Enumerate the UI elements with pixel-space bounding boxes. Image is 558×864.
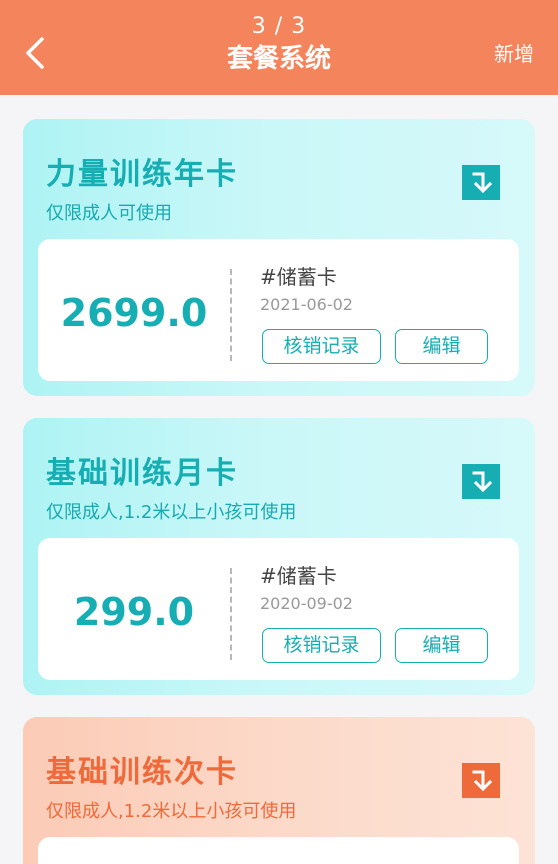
package-card[interactable]: 力量训练年卡 仅限成人可使用 2699.0 #储蓄卡 2021-06-02 核销… bbox=[23, 119, 535, 396]
card-title: 基础训练月卡 bbox=[46, 456, 238, 491]
dashed-divider bbox=[230, 269, 232, 361]
redemption-records-button[interactable]: 核销记录 bbox=[262, 329, 381, 364]
card-type-tag: #储蓄卡 bbox=[260, 564, 337, 588]
header-bar: 3 / 3 套餐系统 新增 bbox=[0, 0, 558, 95]
card-subtitle: 仅限成人,1.2米以上小孩可使用 bbox=[46, 801, 297, 822]
card-subtitle: 仅限成人,1.2米以上小孩可使用 bbox=[46, 502, 297, 523]
card-type-tag: #储蓄卡 bbox=[260, 265, 337, 289]
page-title: 套餐系统 bbox=[226, 44, 331, 74]
card-detail-panel bbox=[38, 837, 519, 864]
card-title: 基础训练次卡 bbox=[46, 755, 238, 790]
edit-button[interactable]: 编辑 bbox=[395, 628, 488, 663]
edit-button[interactable]: 编辑 bbox=[395, 329, 488, 364]
package-card[interactable]: 基础训练月卡 仅限成人,1.2米以上小孩可使用 299.0 #储蓄卡 2020-… bbox=[23, 418, 535, 695]
download-arrow-icon[interactable] bbox=[462, 763, 500, 798]
redemption-records-button[interactable]: 核销记录 bbox=[262, 628, 381, 663]
card-detail-panel: 299.0 #储蓄卡 2020-09-02 核销记录 编辑 bbox=[38, 538, 519, 680]
card-detail-panel: 2699.0 #储蓄卡 2021-06-02 核销记录 编辑 bbox=[38, 239, 519, 381]
dashed-divider bbox=[230, 568, 232, 660]
card-price: 2699.0 bbox=[60, 291, 208, 335]
download-arrow-icon[interactable] bbox=[462, 165, 500, 200]
card-subtitle: 仅限成人可使用 bbox=[46, 203, 172, 224]
card-price: 299.0 bbox=[73, 590, 195, 634]
add-button[interactable]: 新增 bbox=[494, 38, 534, 67]
card-date: 2020-09-02 bbox=[260, 594, 353, 613]
package-card[interactable]: 基础训练次卡 仅限成人,1.2米以上小孩可使用 bbox=[23, 717, 535, 864]
card-date: 2021-06-02 bbox=[260, 295, 353, 314]
card-title: 力量训练年卡 bbox=[46, 157, 238, 192]
page-indicator: 3 / 3 bbox=[251, 14, 307, 39]
download-arrow-icon[interactable] bbox=[462, 464, 500, 499]
